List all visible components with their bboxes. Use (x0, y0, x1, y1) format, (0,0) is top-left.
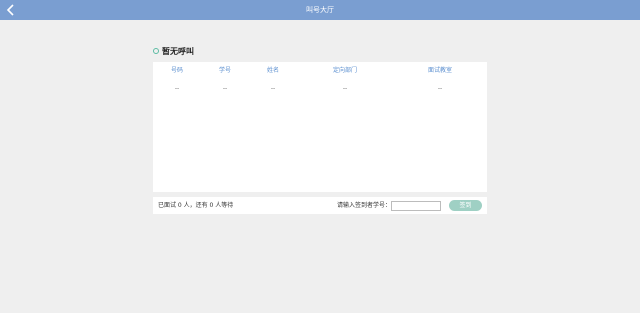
page-title: 叫号大厅 (306, 6, 334, 14)
student-id-label: 请输入签到者学号： (337, 202, 392, 209)
queue-summary: 已面试 0 人，还有 0 人等待 (158, 202, 234, 209)
ring-icon (153, 48, 159, 54)
sign-in-button[interactable]: 签到 (449, 200, 482, 211)
column-header-department: 定向部门 (332, 67, 357, 74)
sign-in-bar: 已面试 0 人，还有 0 人等待 请输入签到者学号： 签到 (153, 197, 487, 214)
back-button[interactable] (6, 2, 20, 18)
call-status-text: 暂无呼叫 (162, 46, 194, 56)
table-cell: -- (270, 85, 276, 92)
column-header-number: 号码 (170, 67, 183, 74)
student-id-input[interactable] (391, 201, 441, 211)
table-cell: -- (437, 85, 443, 92)
top-bar: 叫号大厅 (0, 0, 640, 20)
column-header-student-id: 学号 (218, 67, 231, 74)
chevron-left-icon (6, 4, 14, 16)
table-header: 号码 学号 姓名 定向部门 面试教室 (153, 66, 487, 76)
column-header-name: 姓名 (266, 67, 279, 74)
table-cell: -- (174, 85, 180, 92)
table-cell: -- (222, 85, 228, 92)
table-row: -- -- -- -- -- (153, 84, 487, 94)
queue-table: 号码 学号 姓名 定向部门 面试教室 -- -- -- -- -- (153, 62, 487, 192)
table-cell: -- (342, 85, 348, 92)
call-status: 暂无呼叫 (153, 45, 194, 57)
column-header-room: 面试教室 (427, 67, 452, 74)
